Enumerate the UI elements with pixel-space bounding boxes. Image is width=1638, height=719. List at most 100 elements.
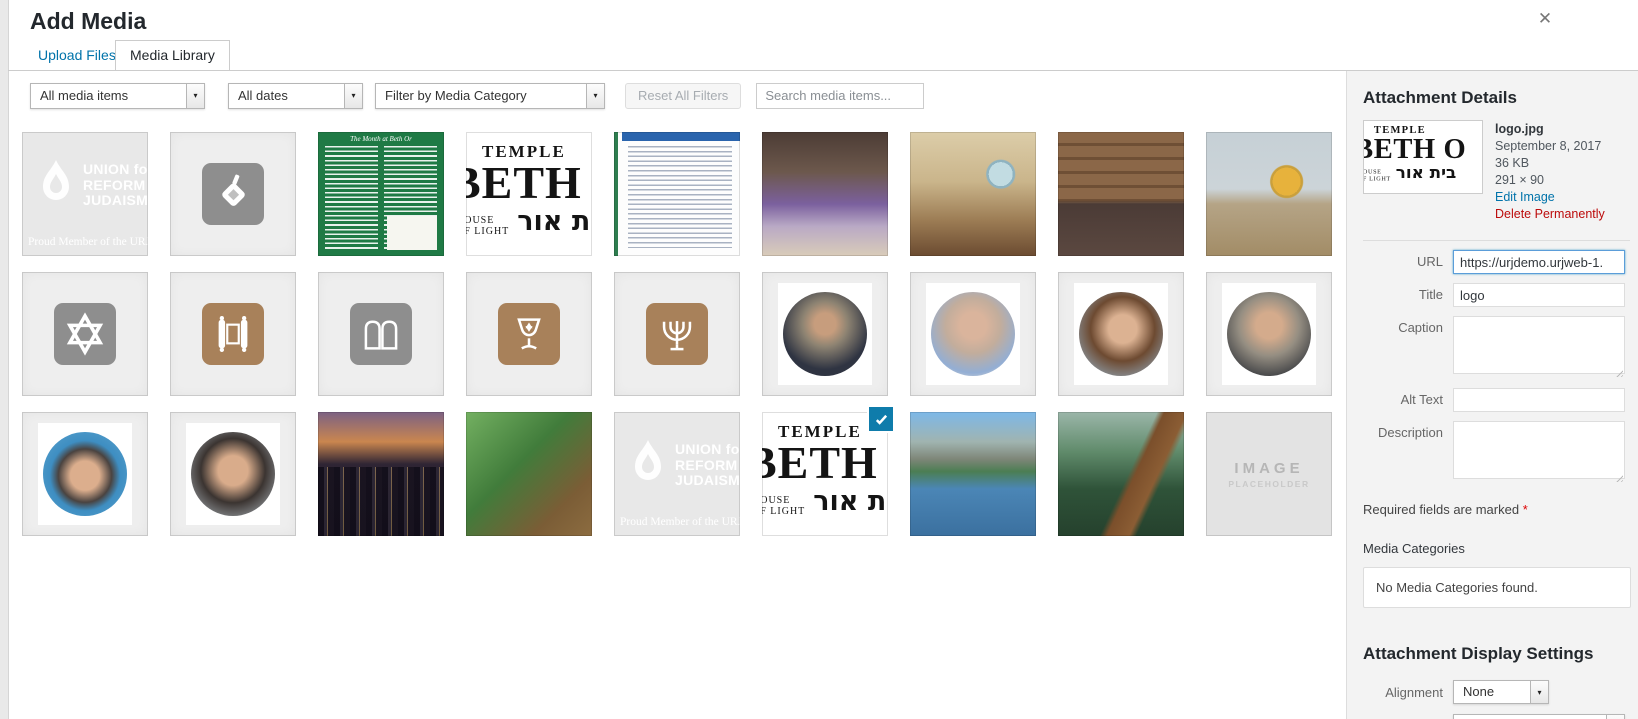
media-item-kiddush-cup[interactable]: [466, 272, 592, 396]
url-field[interactable]: [1453, 250, 1625, 274]
alt-text-label: Alt Text: [1400, 392, 1443, 407]
image-placeholder-graphic: IMAGE PLACEHOLDER: [1206, 412, 1332, 536]
attachment-date: September 8, 2017: [1495, 139, 1602, 153]
alt-text-field[interactable]: [1453, 388, 1625, 412]
edit-image-link[interactable]: Edit Image: [1495, 189, 1605, 206]
cut-off-select[interactable]: ▾: [1453, 714, 1625, 719]
media-item-portrait-woman-older[interactable]: [910, 272, 1036, 396]
media-item-temple-logo-selected[interactable]: TEMPLEBETH OHOUSEOF LIGHTבית אור: [762, 405, 895, 536]
media-item-green-flyer[interactable]: The Month at Beth Or: [318, 132, 444, 256]
media-item-mountain-lake-photo[interactable]: [910, 412, 1036, 536]
attachment-summary: TEMPLE BETH O HOUSEOF LIGHT בית אור logo…: [1363, 120, 1630, 223]
synagogue-interior-photo: [910, 132, 1036, 256]
media-item-portrait-man-cap[interactable]: [22, 412, 148, 536]
urj-logo-graphic: UNION for REFORM JUDAISM Proud Member of th…: [614, 412, 740, 536]
media-item-portrait-rabbi[interactable]: [762, 272, 888, 396]
mountain-lake-photo: [910, 412, 1036, 536]
date-filter-select-value: All dates: [238, 87, 288, 103]
chevron-down-icon: ▾: [186, 83, 204, 108]
page-edge-strip: [0, 0, 9, 719]
attachment-filename: logo.jpg: [1495, 122, 1544, 136]
alignment-select[interactable]: None ▾: [1453, 680, 1549, 704]
media-item-dreidel[interactable]: [170, 132, 296, 256]
media-item-tablets[interactable]: [318, 272, 444, 396]
urj-flame-icon: [628, 438, 668, 493]
url-label: URL: [1416, 254, 1443, 269]
tablets-icon: [350, 303, 412, 365]
description-field[interactable]: [1453, 421, 1625, 479]
search-input[interactable]: [756, 82, 925, 109]
alignment-select-value: None: [1463, 684, 1495, 699]
torah-scroll-icon: [202, 303, 264, 365]
forest-branch-photo: [1058, 412, 1184, 536]
urj-flame-icon: [36, 158, 76, 213]
reset-all-filters-button[interactable]: Reset All Filters: [625, 82, 742, 109]
tab-bar: Upload Files Media Library: [8, 40, 1638, 71]
portrait-woman-young-photo: [1079, 292, 1163, 376]
modal-title: Add Media: [30, 8, 147, 34]
green-flyer-thumbnail: The Month at Beth Or: [318, 132, 444, 256]
media-item-blue-flyer[interactable]: [614, 132, 740, 256]
alignment-label: Alignment: [1385, 684, 1443, 700]
media-item-star-of-david[interactable]: [22, 272, 148, 396]
kiddush-cup-icon: [498, 303, 560, 365]
media-type-select[interactable]: All media items ▾: [30, 82, 205, 109]
title-field[interactable]: [1453, 283, 1625, 307]
tropical-palms-photo: [466, 412, 592, 536]
media-toolbar: All media items ▾ All dates ▾ Filter by Me…: [30, 82, 925, 109]
attachment-details-title: Attachment Details: [1363, 88, 1517, 107]
urj-logo-graphic: UNION for REFORM JUDAISM Proud Member of th…: [22, 132, 148, 256]
portrait-woman-older-photo: [931, 292, 1015, 376]
media-item-temple-logo-1[interactable]: TEMPLEBETH OHOUSEOF LIGHTבית אור: [466, 132, 592, 256]
chevron-down-icon: ▾: [586, 83, 604, 108]
media-item-city-skyline-photo[interactable]: [318, 412, 444, 536]
media-categories-label: Media Categories: [1363, 541, 1465, 556]
media-item-jerusalem-dome-photo[interactable]: [1206, 132, 1332, 256]
add-media-modal: Add Media ✕ Upload Files Media Library A…: [0, 0, 1638, 719]
media-item-urj-logo-1[interactable]: UNION for REFORM JUDAISM Proud Member of th…: [22, 132, 148, 256]
caption-field[interactable]: [1453, 316, 1625, 374]
media-item-portrait-man-kippah[interactable]: [1206, 272, 1332, 396]
media-grid: UNION for REFORM JUDAISM Proud Member of th…: [22, 132, 1332, 536]
attachment-filesize: 36 KB: [1495, 156, 1530, 170]
media-item-tropical-palms-photo[interactable]: [466, 412, 592, 536]
tab-upload-files[interactable]: Upload Files: [30, 40, 124, 70]
close-icon[interactable]: ✕: [1530, 4, 1560, 34]
description-label: Description: [1377, 425, 1443, 440]
portrait-man-glasses-photo: [191, 432, 275, 516]
attachment-details-sidebar: Attachment Details TEMPLE BETH O HOUSEOF…: [1346, 71, 1638, 719]
media-category-select[interactable]: Filter by Media Category ▾: [375, 82, 605, 109]
dreidel-icon: [202, 163, 264, 225]
media-categories-box: No Media Categories found.: [1363, 567, 1631, 608]
chevron-down-icon: ▾: [344, 83, 362, 108]
temple-beth-or-logo: TEMPLEBETH OHOUSEOF LIGHTבית אור: [466, 132, 592, 256]
date-filter-select[interactable]: All dates ▾: [228, 82, 363, 109]
media-item-synagogue-interior-photo[interactable]: [910, 132, 1036, 256]
cut-off-select-value: [1454, 715, 1606, 719]
star-of-david-icon: [54, 303, 116, 365]
tab-media-library[interactable]: Media Library: [115, 40, 230, 70]
portrait-rabbi-photo: [783, 292, 867, 376]
blue-flyer-thumbnail: [614, 132, 740, 256]
media-category-select-value: Filter by Media Category: [385, 87, 527, 103]
media-item-portrait-man-glasses[interactable]: [170, 412, 296, 536]
media-item-library-group-photo[interactable]: [1058, 132, 1184, 256]
selected-check-icon: [867, 405, 895, 433]
menorah-icon: [646, 303, 708, 365]
required-fields-note: Required fields are marked *: [1363, 502, 1528, 517]
caption-label: Caption: [1398, 320, 1443, 335]
media-type-select-value: All media items: [40, 87, 129, 103]
chevron-down-icon: ▾: [1530, 681, 1548, 703]
media-item-torah-scroll[interactable]: [170, 272, 296, 396]
media-item-menorah[interactable]: [614, 272, 740, 396]
title-label: Title: [1418, 287, 1443, 302]
media-item-family-craft-photo[interactable]: [762, 132, 888, 256]
delete-permanently-link[interactable]: Delete Permanently: [1495, 206, 1605, 223]
media-item-forest-branch-photo[interactable]: [1058, 412, 1184, 536]
temple-beth-or-logo: TEMPLE BETH O HOUSEOF LIGHT בית אור: [1364, 121, 1482, 193]
library-group-photo: [1058, 132, 1184, 256]
media-item-portrait-woman-young[interactable]: [1058, 272, 1184, 396]
media-item-urj-logo-2[interactable]: UNION for REFORM JUDAISM Proud Member of th…: [614, 412, 740, 536]
attachment-display-settings-title: Attachment Display Settings: [1363, 644, 1594, 663]
media-item-image-placeholder[interactable]: IMAGE PLACEHOLDER: [1206, 412, 1332, 536]
